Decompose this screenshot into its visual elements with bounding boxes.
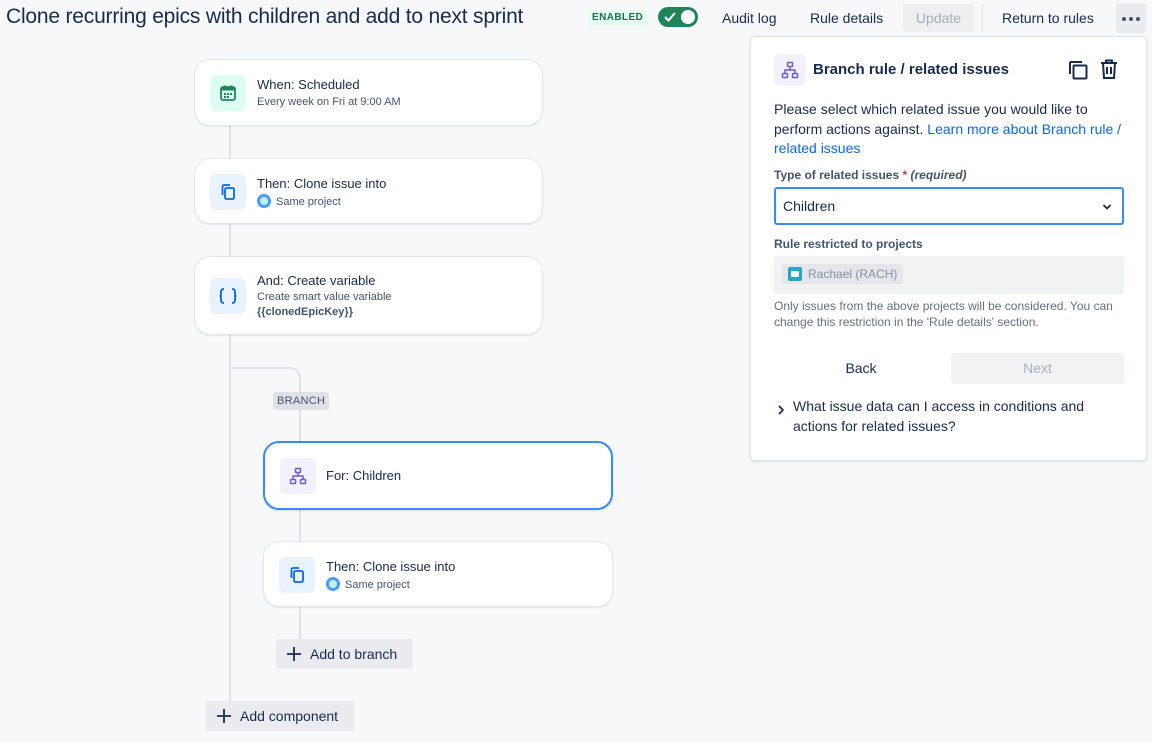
check-icon <box>664 12 676 22</box>
card-subtitle: Same project <box>257 194 341 208</box>
calendar-icon <box>210 75 246 111</box>
update-button[interactable]: Update <box>903 4 974 32</box>
braces-icon <box>210 278 246 314</box>
project-name: Same project <box>345 579 410 591</box>
panel-title: Branch rule / related issues <box>813 61 1009 78</box>
connector-line <box>299 607 301 639</box>
panel-description: Please select which related issue you wo… <box>774 100 1134 159</box>
header-divider <box>982 4 983 32</box>
delete-icon[interactable] <box>1097 57 1121 81</box>
plus-icon <box>287 647 301 661</box>
status-badge: ENABLED <box>588 10 648 26</box>
connector-line <box>229 126 231 158</box>
add-component-label: Add component <box>240 708 339 724</box>
restricted-projects-label: Rule restricted to projects <box>774 237 923 251</box>
related-issue-type-select[interactable]: Children <box>774 187 1124 225</box>
return-to-rules-button[interactable]: Return to rules <box>994 4 1102 32</box>
restriction-help-text: Only issues from the above projects will… <box>774 299 1113 329</box>
required-note: (required) <box>910 168 967 182</box>
card-subtitle: Same project <box>326 577 410 591</box>
next-button[interactable]: Next <box>951 353 1124 384</box>
clone-issue-card[interactable]: Then: Clone issue into Same project <box>194 158 543 224</box>
create-variable-card[interactable]: And: Create variable Create smart value … <box>194 256 543 335</box>
back-button[interactable]: Back <box>774 353 948 384</box>
rule-title: Clone recurring epics with children and … <box>6 5 524 28</box>
selected-value: Children <box>783 198 836 214</box>
project-avatar-icon <box>788 267 802 281</box>
type-field-label: Type of related issues * (required) <box>774 168 967 182</box>
card-title: Then: Clone issue into <box>257 176 387 191</box>
branch-for-children-card[interactable]: For: Children <box>263 441 613 510</box>
project-tag: Rachael (RACH) <box>782 264 904 284</box>
hierarchy-icon <box>280 458 316 494</box>
add-to-branch-button[interactable]: Add to branch <box>276 639 413 669</box>
connector-line <box>299 509 301 541</box>
faq-text: What issue data can I access in conditio… <box>793 398 1085 434</box>
project-tag-label: Rachael (RACH) <box>808 267 898 281</box>
more-icon-dot <box>1136 17 1140 21</box>
toggle-knob <box>681 10 695 24</box>
trigger-card[interactable]: When: Scheduled Every week on Fri at 9:0… <box>194 59 543 126</box>
clone-issue-card[interactable]: Then: Clone issue into Same project <box>263 541 613 607</box>
variable-name: {{clonedEpicKey}} <box>257 306 353 318</box>
enable-toggle[interactable] <box>658 7 698 27</box>
project-avatar <box>257 194 271 208</box>
more-icon <box>1122 17 1126 21</box>
audit-log-button[interactable]: Audit log <box>714 4 784 32</box>
restricted-projects-field: Rachael (RACH) <box>774 256 1124 294</box>
required-star: * <box>902 168 908 182</box>
connector-line <box>299 410 301 442</box>
card-title: And: Create variable <box>257 273 376 288</box>
copy-icon <box>210 174 246 210</box>
add-component-button[interactable]: Add component <box>206 701 354 731</box>
plus-icon <box>217 709 231 723</box>
hierarchy-icon <box>774 54 806 86</box>
card-title: When: Scheduled <box>257 77 360 92</box>
chevron-right-icon <box>778 405 784 415</box>
rule-details-button[interactable]: Rule details <box>802 4 891 32</box>
copy-icon <box>279 557 315 593</box>
card-title: Then: Clone issue into <box>326 559 456 574</box>
more-icon-dot <box>1129 17 1133 21</box>
card-subtitle: Create smart value variable <box>257 291 392 303</box>
project-avatar <box>326 577 340 591</box>
header: Clone recurring epics with children and … <box>0 0 1152 36</box>
type-label-text: Type of related issues <box>774 168 900 182</box>
project-name: Same project <box>276 196 341 208</box>
add-to-branch-label: Add to branch <box>310 646 398 662</box>
card-subtitle: Every week on Fri at 9:00 AM <box>257 96 401 108</box>
more-actions-button[interactable] <box>1116 3 1146 33</box>
chevron-down-icon <box>1103 204 1111 210</box>
duplicate-icon[interactable] <box>1066 58 1090 82</box>
component-config-panel: Branch rule / related issues Please sele… <box>750 36 1147 461</box>
branch-label: BRANCH <box>273 392 330 410</box>
card-title: For: Children <box>326 468 402 483</box>
connector-line <box>229 224 231 256</box>
